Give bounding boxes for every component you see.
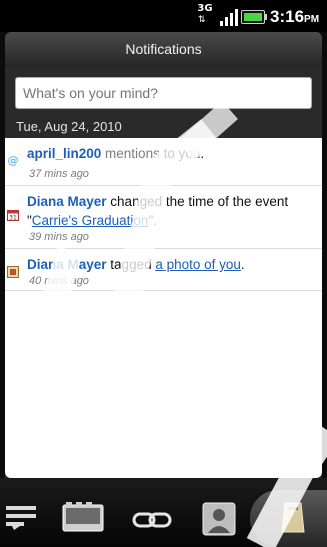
notification-text: mentions <box>101 146 160 161</box>
notification-text-end: ". <box>148 213 157 228</box>
tab-friends[interactable] <box>196 478 242 547</box>
svg-text:31: 31 <box>9 215 17 222</box>
links-icon <box>132 512 172 528</box>
notification-list: @ april_lin200 mentions to you. 37 mins … <box>5 138 322 478</box>
tab-notifications[interactable] <box>256 478 327 547</box>
photo-link[interactable]: a photo of you <box>155 257 241 272</box>
event-link[interactable]: Carrie's Graduation <box>32 213 149 228</box>
friends-icon <box>202 502 236 536</box>
notification-time: 37 mins ago <box>29 168 89 180</box>
date-header: Tue, Aug 24, 2010 <box>16 119 122 134</box>
notification-time: 39 mins ago <box>29 231 89 243</box>
page-title: Notifications <box>5 32 322 66</box>
battery-icon <box>241 10 267 24</box>
photos-icon <box>62 502 104 532</box>
photo-icon <box>7 266 19 278</box>
status-bar: 3G ⇅ 3:16PM <box>0 0 327 32</box>
notification-author[interactable]: Diana Mayer <box>27 257 107 272</box>
tab-links[interactable] <box>128 478 178 547</box>
mention-at-icon: @ <box>7 154 19 167</box>
status-update-input[interactable] <box>15 77 312 109</box>
clock-time: 3:16 <box>270 7 305 26</box>
notification-text-end: to you. <box>159 146 205 161</box>
list-item[interactable]: Diana Mayer tagged a photo of you. 40 mi… <box>5 248 322 291</box>
clock: 3:16PM <box>270 7 319 27</box>
notification-text-end: . <box>240 257 245 272</box>
tab-photos[interactable] <box>58 478 108 547</box>
clock-ampm: PM <box>304 14 320 25</box>
notification-text: tagged <box>106 257 156 272</box>
list-item[interactable]: 31 Diana Mayer changed the time of the e… <box>5 185 322 249</box>
notification-author[interactable]: april_lin200 <box>27 146 101 161</box>
notification-time: 40 mins ago <box>29 275 89 287</box>
data-activity-icon: ⇅ <box>198 15 206 25</box>
list-item[interactable]: @ april_lin200 mentions to you. 37 mins … <box>5 138 322 186</box>
network-type: 3G <box>197 3 213 14</box>
notifications-icon <box>281 502 305 533</box>
calendar-icon: 31 <box>7 210 19 222</box>
tab-status-updates[interactable] <box>0 478 42 547</box>
status-updates-icon <box>6 506 36 530</box>
notification-author[interactable]: Diana Mayer <box>27 194 107 209</box>
signal-strength-icon <box>220 9 238 26</box>
